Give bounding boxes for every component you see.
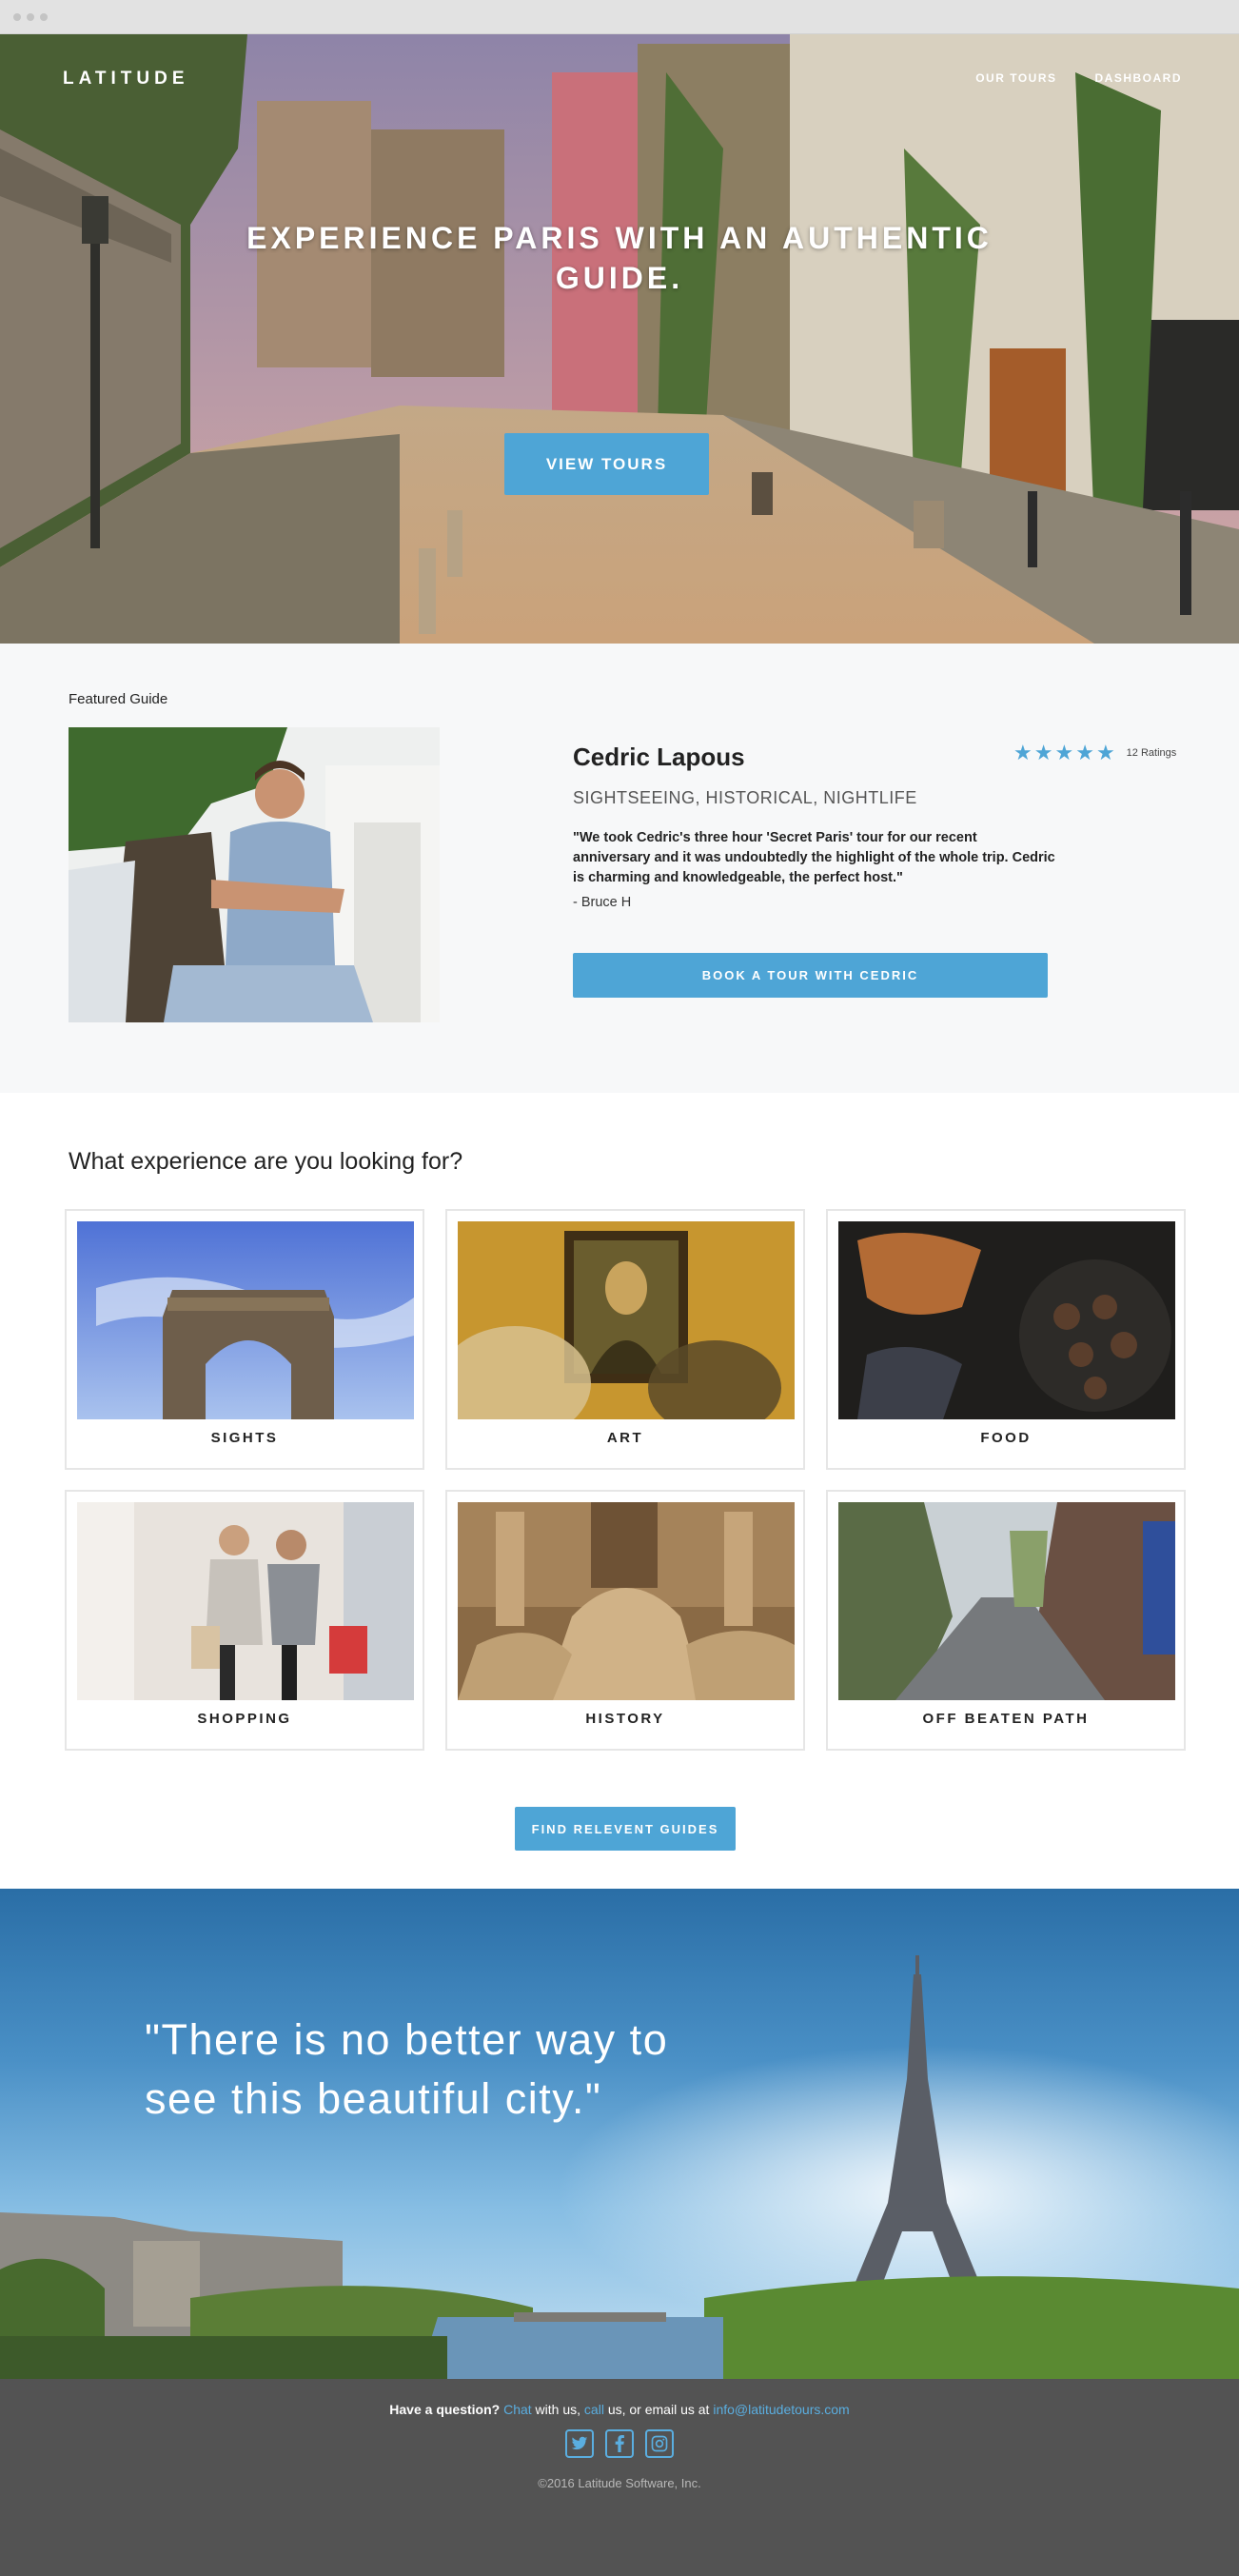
featured-guide-label: Featured Guide [69, 691, 168, 707]
sights-image [77, 1221, 414, 1419]
browser-chrome [0, 0, 1239, 34]
window-dot [13, 13, 21, 21]
contact-line: Have a question? Chat with us, call us, … [0, 2402, 1239, 2417]
experience-card-label: HISTORY [585, 1711, 665, 1727]
experience-card-food[interactable]: FOOD [826, 1209, 1186, 1470]
chat-link[interactable]: Chat [503, 2402, 532, 2417]
hero-headline: EXPERIENCE PARIS WITH AN AUTHENTIC GUIDE… [246, 221, 993, 295]
hero-section: LATITUDE OUR TOURS DASHBOARD EXPERIENCE … [0, 34, 1239, 644]
call-link[interactable]: call [584, 2402, 604, 2417]
experience-heading: What experience are you looking for? [69, 1148, 463, 1175]
facebook-icon[interactable] [605, 2429, 634, 2458]
star-icon: ★ [1033, 741, 1053, 764]
guide-photo [69, 727, 440, 1022]
star-icon: ★ [1075, 741, 1094, 764]
twitter-icon[interactable] [565, 2429, 594, 2458]
experience-card-shopping[interactable]: SHOPPING [65, 1490, 424, 1751]
featured-guide-section: Featured Guide Cedric Lapous ★ ★ ★ ★ ★ 1… [0, 644, 1239, 1093]
brand-logo[interactable]: LATITUDE [63, 69, 189, 89]
experience-card-label: ART [606, 1430, 644, 1446]
review-author: - Bruce H [573, 895, 632, 910]
experience-card-art[interactable]: ART [445, 1209, 805, 1470]
star-icon: ★ [1054, 741, 1074, 764]
history-image [458, 1502, 795, 1700]
food-image [838, 1221, 1175, 1419]
instagram-icon[interactable] [645, 2429, 674, 2458]
experience-card-label: OFF BEATEN PATH [922, 1711, 1090, 1727]
contact-text: us, or email us at [603, 2402, 714, 2417]
copyright: ©2016 Latitude Software, Inc. [538, 2476, 701, 2490]
star-icon: ★ [1013, 741, 1032, 764]
window-dot [40, 13, 48, 21]
nav-our-tours[interactable]: OUR TOURS [975, 71, 1056, 85]
contact-question: Have a question? [389, 2402, 501, 2417]
book-tour-button[interactable]: BOOK A TOUR WITH CEDRIC [573, 953, 1048, 998]
quote-banner: "There is no better way to see this beau… [0, 1889, 1239, 2379]
guide-rating: ★ ★ ★ ★ ★ 12 Ratings [1013, 743, 1176, 763]
hero-street-image [0, 34, 1239, 644]
find-guides-button[interactable]: FIND RELEVENT GUIDES [515, 1807, 736, 1851]
contact-text: with us, [531, 2402, 584, 2417]
eiffel-tower-image [0, 1889, 1239, 2379]
ratings-count: 12 Ratings [1126, 747, 1177, 759]
shopping-image [77, 1502, 414, 1700]
experience-section: What experience are you looking for? SIG… [0, 1093, 1239, 1889]
window-dot [27, 13, 34, 21]
email-link[interactable]: info@latitudetours.com [713, 2402, 849, 2417]
experience-card-label: SIGHTS [210, 1430, 279, 1446]
experience-card-label: FOOD [980, 1430, 1032, 1446]
footer: Have a question? Chat with us, call us, … [0, 2379, 1239, 2576]
review-quote: "We took Cedric's three hour 'Secret Par… [573, 830, 1055, 885]
guide-name: Cedric Lapous [573, 743, 745, 771]
guide-specialties: SIGHTSEEING, HISTORICAL, NIGHTLIFE [573, 788, 917, 807]
top-nav: OUR TOURS DASHBOARD [975, 71, 1182, 85]
experience-card-off-beaten-path[interactable]: OFF BEATEN PATH [826, 1490, 1186, 1751]
off-beaten-path-image [838, 1502, 1175, 1700]
experience-card-sights[interactable]: SIGHTS [65, 1209, 424, 1470]
experience-card-history[interactable]: HISTORY [445, 1490, 805, 1751]
social-links [0, 2429, 1239, 2458]
experience-card-label: SHOPPING [197, 1711, 292, 1727]
nav-dashboard[interactable]: DASHBOARD [1095, 71, 1183, 85]
view-tours-button[interactable]: VIEW TOURS [504, 433, 709, 495]
banner-quote: "There is no better way to see this beau… [145, 2015, 669, 2123]
star-icon: ★ [1095, 741, 1115, 764]
art-image [458, 1221, 795, 1419]
